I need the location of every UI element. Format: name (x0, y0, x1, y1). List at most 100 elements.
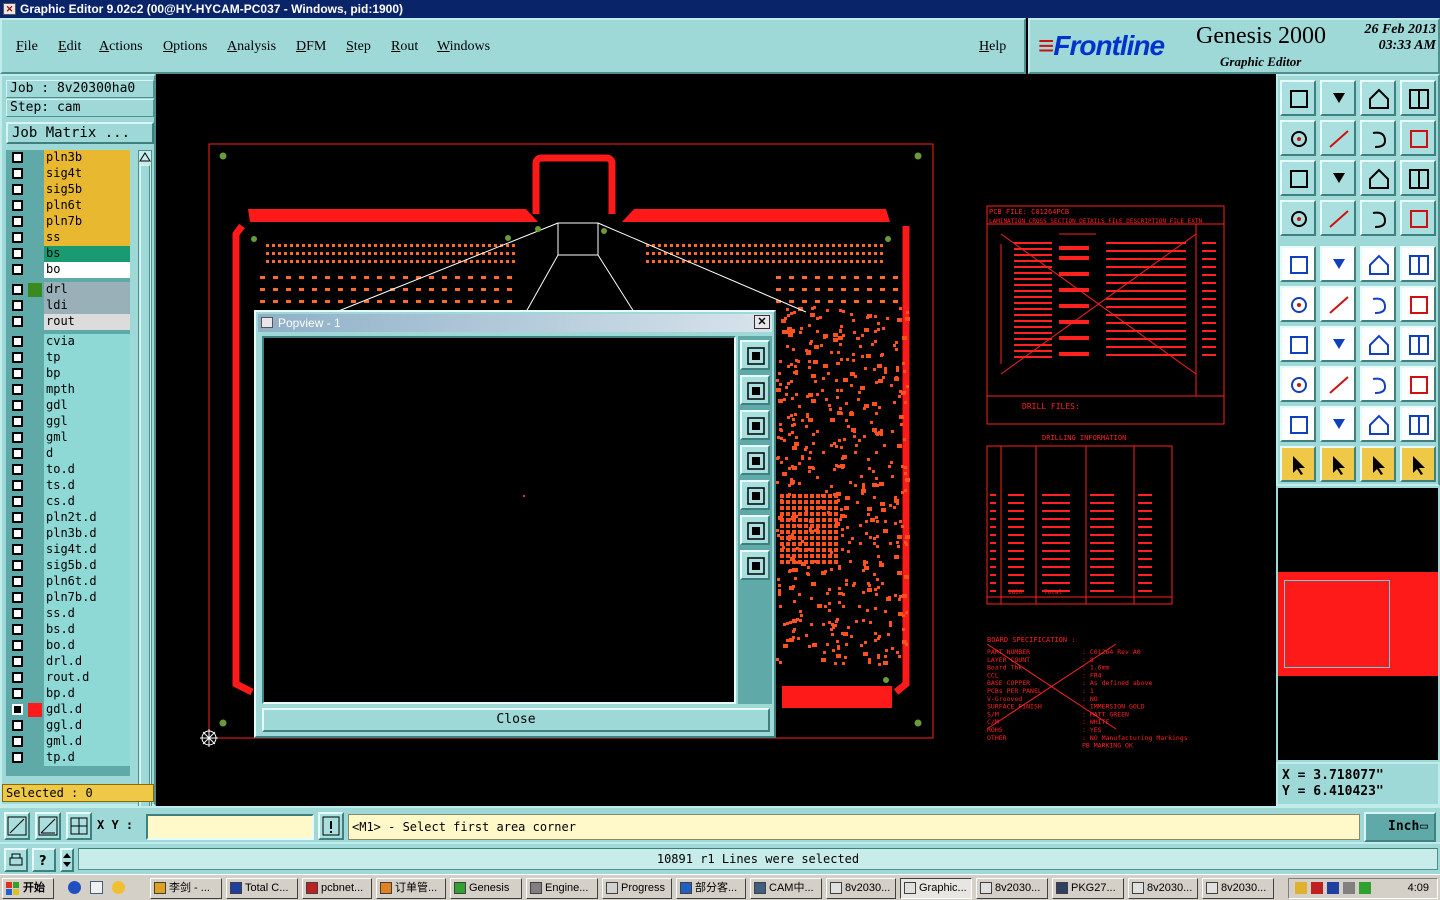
layer-row-ggl[interactable]: ggl (6, 414, 130, 430)
layer-row-pln7b[interactable]: pln7b (6, 214, 130, 230)
layer-checkbox[interactable] (12, 400, 23, 411)
layer-color-swatch[interactable] (28, 719, 42, 733)
layer-name[interactable]: bp (44, 366, 130, 382)
layer-color-swatch[interactable] (28, 559, 42, 573)
layer-checkbox[interactable] (12, 592, 23, 603)
layer-row-ts-d[interactable]: ts.d (6, 478, 130, 494)
bar-button[interactable] (1320, 366, 1356, 402)
layer-row-ss[interactable]: ss (6, 230, 130, 246)
layer-name[interactable]: drl.d (44, 654, 130, 670)
layer-checkbox[interactable] (12, 480, 23, 491)
layer-name[interactable]: bo.d (44, 638, 130, 654)
layer-checkbox[interactable] (12, 384, 23, 395)
layer-row-cs-d[interactable]: cs.d (6, 494, 130, 510)
popview-viewport[interactable] (262, 336, 736, 704)
layer-color-swatch[interactable] (28, 167, 42, 181)
layer-checkbox[interactable] (12, 528, 23, 539)
pan-down-button[interactable] (740, 410, 770, 440)
layer-row-gml-d[interactable]: gml.d (6, 734, 130, 750)
layer-row-bs[interactable]: bs (6, 246, 130, 262)
layer-checkbox[interactable] (12, 336, 23, 347)
layer-row-sig4t[interactable]: sig4t (6, 166, 130, 182)
layer-color-swatch[interactable] (28, 623, 42, 637)
layer-checkbox[interactable] (12, 284, 23, 295)
ie-icon[interactable] (68, 881, 81, 894)
info-button[interactable] (318, 812, 344, 840)
layer-checkbox[interactable] (12, 368, 23, 379)
taskbar-item[interactable]: 8v2030... (1128, 878, 1198, 899)
layer-name[interactable]: d (44, 446, 130, 462)
layer-color-swatch[interactable] (28, 183, 42, 197)
layer-color-swatch[interactable] (28, 367, 42, 381)
fit-button[interactable] (1280, 160, 1316, 196)
popview-close-button[interactable]: Close (262, 708, 770, 732)
layer-color-swatch[interactable] (28, 247, 42, 261)
desktop-icon[interactable] (90, 881, 103, 894)
layer-row-gdl-d[interactable]: gdl.d (6, 702, 130, 718)
layer-row-bo-d[interactable]: bo.d (6, 638, 130, 654)
tray-icon[interactable] (1327, 882, 1339, 894)
layer-color-swatch[interactable] (28, 655, 42, 669)
layer-checkbox[interactable] (12, 608, 23, 619)
layer-checkbox[interactable] (12, 752, 23, 763)
layer-name[interactable]: ss.d (44, 606, 130, 622)
layer-color-swatch[interactable] (28, 639, 42, 653)
layer-checkbox[interactable] (12, 248, 23, 259)
units-selector[interactable]: Inch ▭ (1364, 812, 1436, 842)
layer-checkbox[interactable] (12, 416, 23, 427)
layer-name[interactable]: tp.d (44, 750, 130, 766)
layer-color-swatch[interactable] (28, 687, 42, 701)
tool-palette-button[interactable] (1280, 200, 1316, 236)
triangle-outline-button[interactable] (1320, 406, 1356, 442)
layer-row-ldi[interactable]: ldi (6, 298, 130, 314)
menu-help[interactable]: Help (979, 39, 1006, 55)
layer-row-sig5b-d[interactable]: sig5b.d (6, 558, 130, 574)
pan-down-button[interactable] (1320, 80, 1356, 116)
layer-row-pln3b[interactable]: pln3b (6, 150, 130, 166)
taskbar-item[interactable]: PKG27... (1052, 878, 1124, 899)
arch-2-button[interactable] (1400, 406, 1436, 442)
overview-view-box[interactable] (1284, 580, 1390, 668)
start-button[interactable]: 开始 (2, 878, 54, 899)
layer-checkbox[interactable] (12, 448, 23, 459)
layer-row-pln2t-d[interactable]: pln2t.d (6, 510, 130, 526)
layer-color-swatch[interactable] (28, 751, 42, 765)
layer-name[interactable]: gdl (44, 398, 130, 414)
window-split-button[interactable] (1400, 80, 1436, 116)
layer-checkbox[interactable] (12, 624, 23, 635)
layer-name[interactable]: mpth (44, 382, 130, 398)
layer-checkbox[interactable] (12, 704, 23, 715)
layer-color-swatch[interactable] (28, 351, 42, 365)
pointer-button[interactable] (1280, 446, 1316, 482)
tray-icon[interactable] (1359, 882, 1371, 894)
snap-line-button[interactable] (1360, 286, 1396, 322)
layer-name[interactable]: bs (44, 246, 130, 262)
pan-right-button[interactable] (740, 480, 770, 510)
scroll-up-icon[interactable] (139, 151, 151, 163)
zoom-center-button[interactable] (740, 550, 770, 580)
layer-checkbox[interactable] (12, 216, 23, 227)
layer-checkbox[interactable] (12, 640, 23, 651)
layer-name[interactable]: rout.d (44, 670, 130, 686)
layer-checkbox[interactable] (12, 688, 23, 699)
history-spinner[interactable] (60, 848, 74, 872)
layer-checkbox[interactable] (12, 560, 23, 571)
layer-up-button[interactable] (1360, 200, 1396, 236)
layer-name[interactable]: pln2t.d (44, 510, 130, 526)
layer-name[interactable]: bp.d (44, 686, 130, 702)
layer-checkbox[interactable] (12, 720, 23, 731)
layer-row-bs-d[interactable]: bs.d (6, 622, 130, 638)
menu-options[interactable]: Options (163, 39, 207, 55)
layer-color-swatch[interactable] (28, 527, 42, 541)
taskbar-item[interactable]: Engine... (526, 878, 598, 899)
node-button[interactable] (1280, 366, 1316, 402)
layer-name[interactable]: ggl (44, 414, 130, 430)
layer-row-bo[interactable]: bo (6, 262, 130, 278)
layer-checkbox[interactable] (12, 544, 23, 555)
help-box-button[interactable] (1400, 160, 1436, 196)
slash-line-button[interactable] (1320, 326, 1356, 362)
layer-color-swatch[interactable] (28, 735, 42, 749)
layer-row-bp-d[interactable]: bp.d (6, 686, 130, 702)
angle-button[interactable] (1280, 326, 1316, 362)
layer-name[interactable]: pln3b.d (44, 526, 130, 542)
